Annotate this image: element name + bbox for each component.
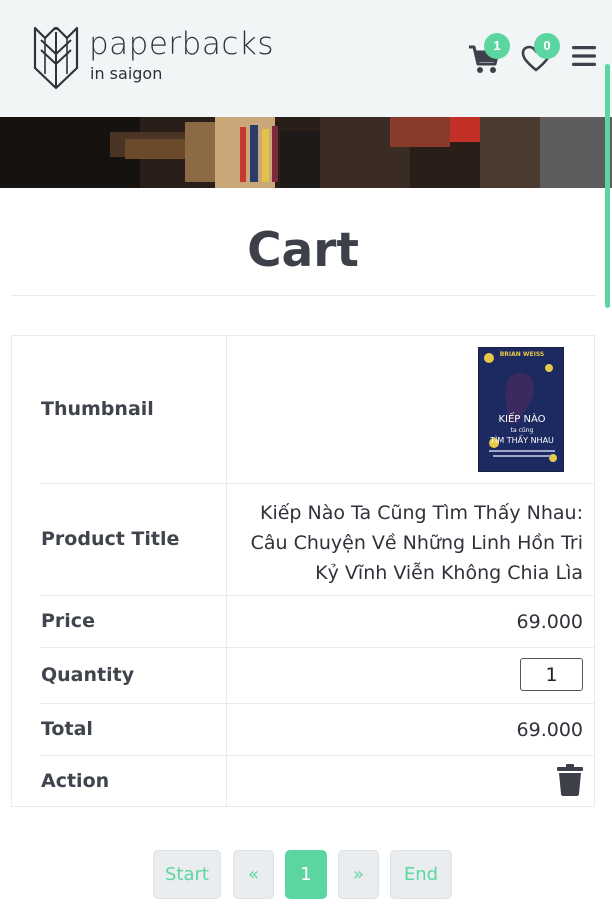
product-title-line-2[interactable]: Câu Chuyện Về Những Linh Hồn Tri [251, 528, 583, 558]
cover-title-c: TÌM THẤY NHAU [489, 434, 554, 445]
table-row-total: Total 69.000 [12, 704, 594, 755]
quantity-input[interactable] [520, 658, 583, 691]
cover-title-b: ta cũng [511, 427, 534, 434]
brand-name: paperbacks [89, 26, 274, 62]
pagination-end-button[interactable]: End [390, 850, 452, 899]
pagination-next-button[interactable]: » [338, 850, 379, 899]
site-header: paperbacks in saigon 1 0 [0, 0, 612, 117]
trash-icon[interactable] [556, 764, 584, 796]
thumbnail-label: Thumbnail [41, 398, 154, 420]
product-title-label: Product Title [41, 528, 180, 550]
product-title-line-3[interactable]: Kỷ Vĩnh Viễn Không Chia Lìa [315, 558, 583, 588]
table-row-action: Action [12, 756, 594, 806]
pagination-current-page[interactable]: 1 [285, 850, 327, 899]
price-value: 69.000 [516, 611, 583, 633]
hamburger-menu-icon[interactable] [572, 46, 596, 66]
table-row-quantity: Quantity [12, 648, 594, 703]
quantity-label: Quantity [41, 664, 135, 686]
brand-tagline: in saigon [90, 64, 163, 83]
book-logo-icon [33, 26, 79, 90]
price-label: Price [41, 610, 95, 632]
table-row-thumbnail: Thumbnail BRIAN WEISS KIẾP NÀO ta cũng T… [12, 336, 594, 483]
book-cover-image: BRIAN WEISS KIẾP NÀO ta cũng TÌM THẤY NH… [479, 348, 563, 471]
bookshelf-photo [0, 117, 612, 188]
page-title: Cart [247, 223, 359, 278]
title-divider [11, 295, 596, 296]
cart-count-badge: 1 [484, 33, 510, 59]
hero-banner-image [0, 117, 612, 188]
cover-title-a: KIẾP NÀO [498, 411, 545, 425]
cover-author: BRIAN WEISS [500, 351, 545, 358]
table-row-price: Price 69.000 [12, 596, 594, 647]
table-row-product-title: Product Title Kiếp Nào Ta Cũng Tìm Thấy … [12, 484, 594, 595]
wishlist-count-badge: 0 [534, 33, 560, 59]
pagination-prev-button[interactable]: « [233, 850, 274, 899]
action-label: Action [41, 770, 110, 792]
total-value: 69.000 [516, 719, 583, 741]
product-thumbnail[interactable]: BRIAN WEISS KIẾP NÀO ta cũng TÌM THẤY NH… [478, 347, 564, 472]
product-title-line-1[interactable]: Kiếp Nào Ta Cũng Tìm Thấy Nhau: [260, 498, 583, 528]
cart-table: Thumbnail BRIAN WEISS KIẾP NÀO ta cũng T… [11, 335, 595, 807]
brand-logo[interactable]: paperbacks in saigon [33, 24, 274, 90]
total-label: Total [41, 718, 93, 740]
pagination-start-button[interactable]: Start [153, 850, 221, 899]
